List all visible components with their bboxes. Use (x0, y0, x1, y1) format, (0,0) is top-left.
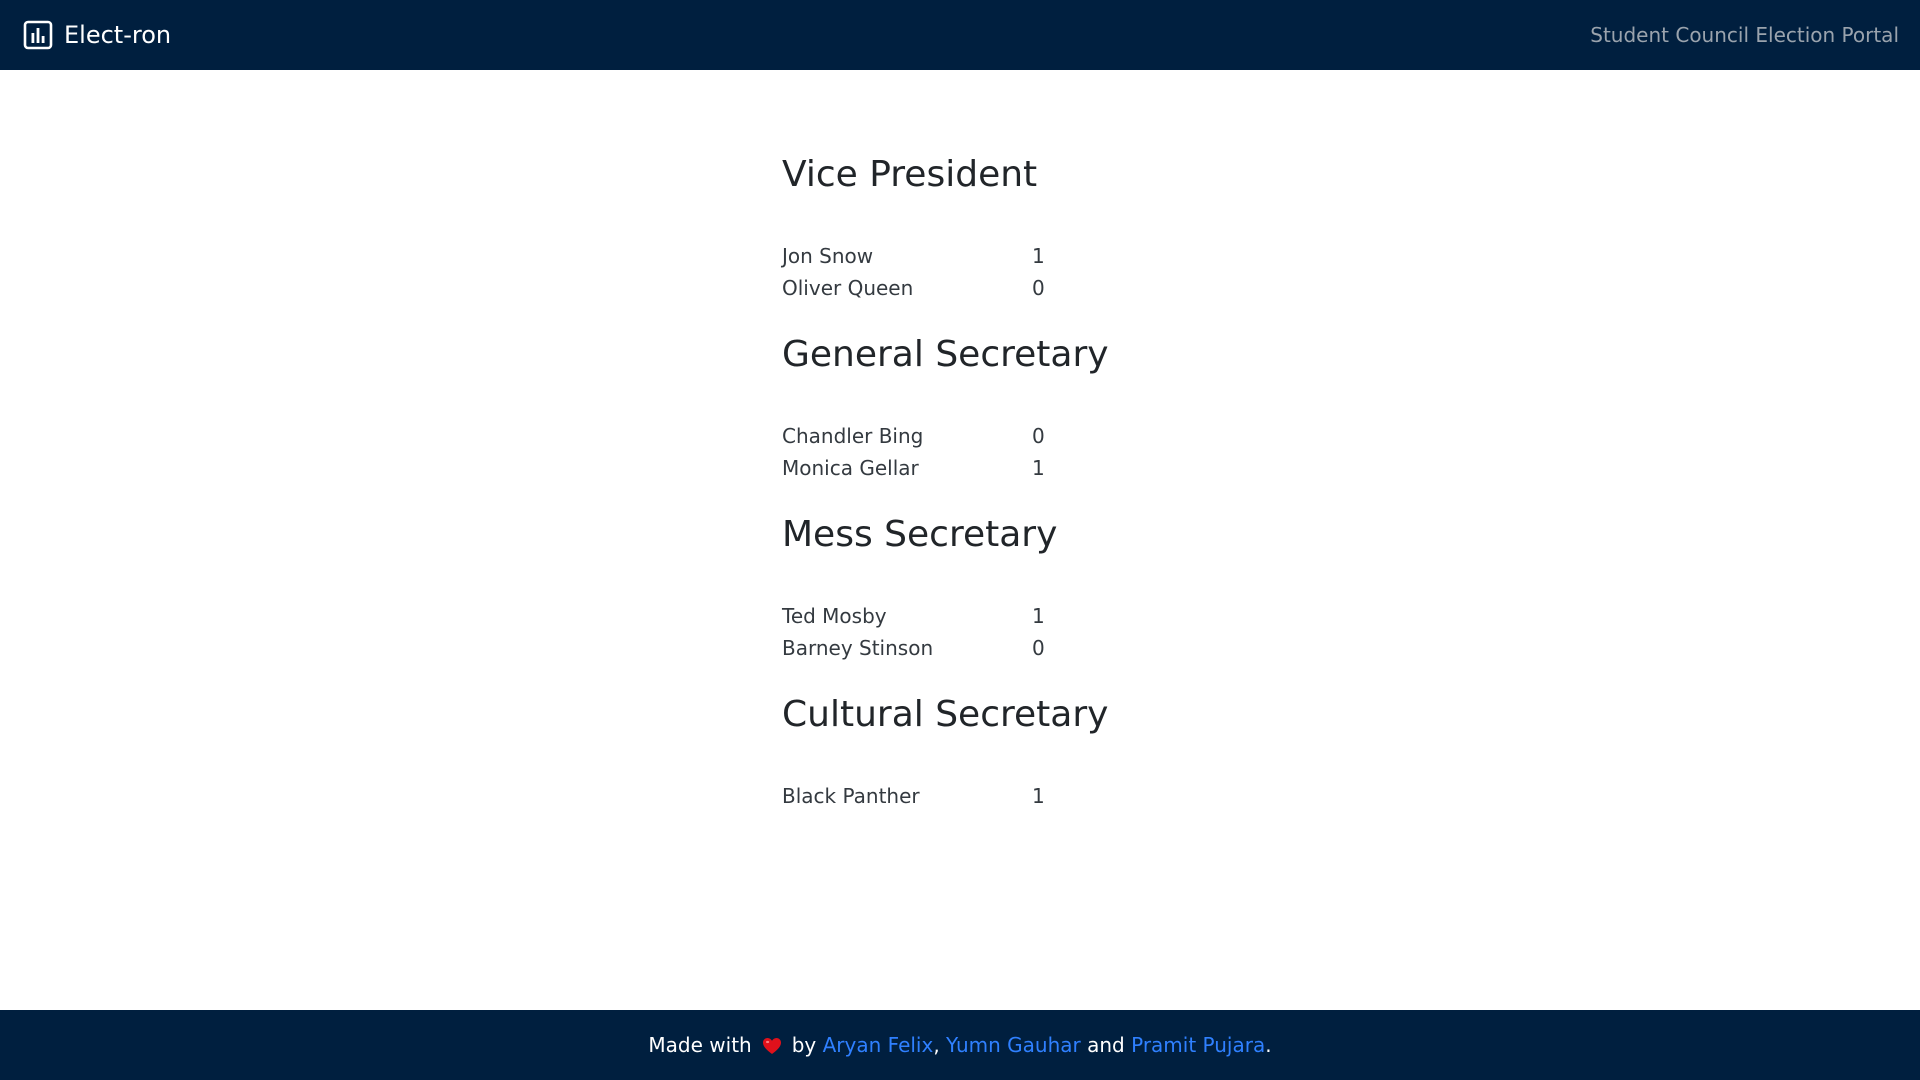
footer: Made with by Aryan Felix, Yumn Gauhar an… (0, 1010, 1920, 1080)
position-section-mess-secretary: Mess Secretary Ted Mosby 1 Barney Stinso… (782, 510, 1382, 664)
position-title: Cultural Secretary (782, 694, 1109, 735)
portal-tagline: Student Council Election Portal (1590, 23, 1899, 47)
candidate-name: Jon Snow (782, 244, 874, 268)
author-link-pramit-pujara[interactable]: Pramit Pujara (1131, 1033, 1265, 1057)
candidate-row: Monica Gellar 1 (782, 452, 1382, 484)
vote-count: 1 (1032, 456, 1045, 480)
position-title: Mess Secretary (782, 514, 1058, 555)
candidate-name: Oliver Queen (782, 276, 914, 300)
vote-count: 1 (1032, 244, 1045, 268)
candidate-row: Chandler Bing 0 (782, 420, 1382, 452)
heart-icon (762, 1037, 782, 1055)
vote-count: 0 (1032, 276, 1045, 300)
candidate-row: Oliver Queen 0 (782, 272, 1382, 304)
candidate-name: Chandler Bing (782, 424, 924, 448)
candidate-name: Ted Mosby (782, 604, 887, 628)
navbar: Elect-ron Student Council Election Porta… (0, 0, 1920, 70)
author-link-yumn-gauhar[interactable]: Yumn Gauhar (946, 1033, 1081, 1057)
results-container: Vice President Jon Snow 1 Oliver Queen 0… (782, 150, 1382, 838)
vote-count: 0 (1032, 424, 1045, 448)
candidate-name: Black Panther (782, 784, 920, 808)
position-title: Vice President (782, 154, 1038, 195)
candidate-name: Monica Gellar (782, 456, 919, 480)
brand-name: Elect-ron (64, 21, 172, 49)
candidate-name: Barney Stinson (782, 636, 934, 660)
and-text: and (1087, 1033, 1125, 1057)
vote-count: 1 (1032, 604, 1045, 628)
candidate-row: Jon Snow 1 (782, 240, 1382, 272)
made-with-text: Made with (648, 1033, 752, 1057)
by-text: by (791, 1033, 817, 1057)
candidate-row: Black Panther 1 (782, 780, 1382, 812)
bar-chart-icon (23, 20, 53, 50)
position-section-cultural-secretary: Cultural Secretary Black Panther 1 (782, 690, 1382, 812)
position-title: General Secretary (782, 334, 1109, 375)
author-link-aryan-felix[interactable]: Aryan Felix (823, 1033, 934, 1057)
position-section-vice-president: Vice President Jon Snow 1 Oliver Queen 0 (782, 150, 1382, 304)
position-section-general-secretary: General Secretary Chandler Bing 0 Monica… (782, 330, 1382, 484)
period-text: . (1265, 1033, 1272, 1057)
candidate-row: Ted Mosby 1 (782, 600, 1382, 632)
candidate-row: Barney Stinson 0 (782, 632, 1382, 664)
vote-count: 0 (1032, 636, 1045, 660)
vote-count: 1 (1032, 784, 1045, 808)
brand-link[interactable]: Elect-ron (23, 20, 171, 50)
